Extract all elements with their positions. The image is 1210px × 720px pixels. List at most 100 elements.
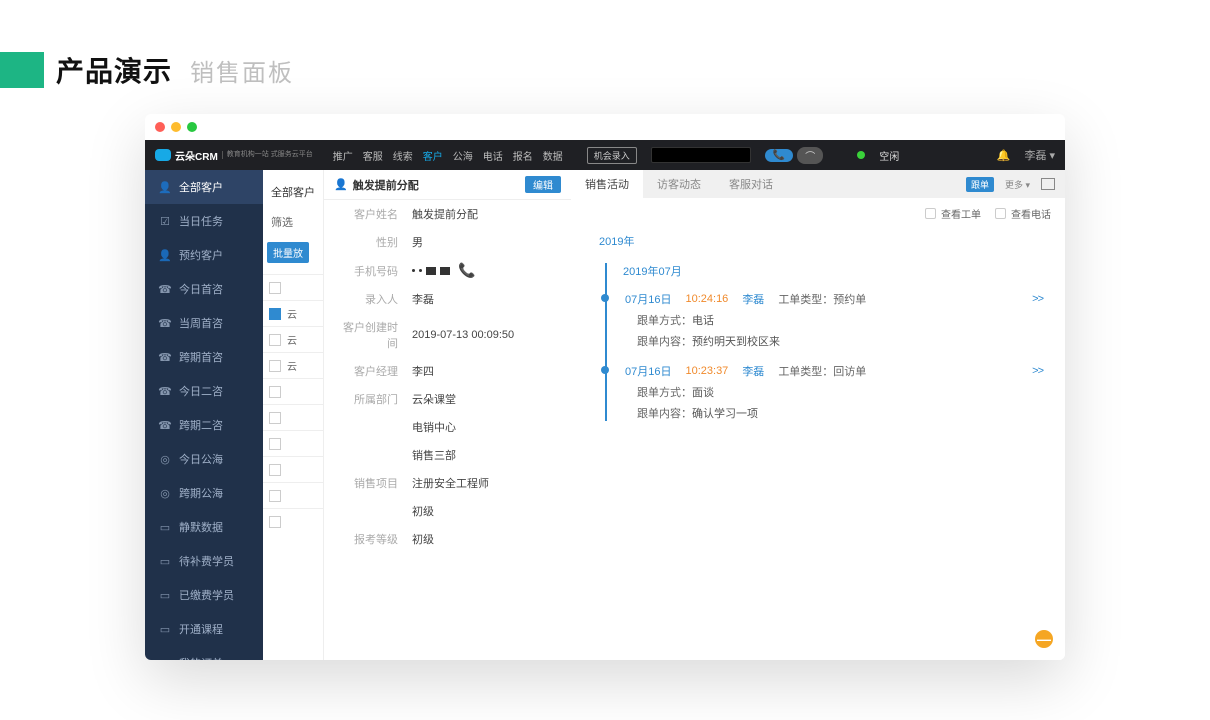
customer-list-column: 全部客户 筛选 批量放 云云云 bbox=[263, 170, 323, 660]
maximize-dot-icon[interactable] bbox=[187, 122, 197, 132]
field-label: 所属部门 bbox=[334, 391, 398, 407]
sidebar-item-today-second-consult[interactable]: ☎今日二咨 bbox=[145, 374, 263, 408]
fab-button[interactable]: — bbox=[1035, 630, 1053, 648]
filter-ticket[interactable]: 查看工单 bbox=[925, 206, 981, 221]
sidebar-item-label: 当周首咨 bbox=[179, 315, 223, 331]
nav-item-5[interactable]: 电话 bbox=[483, 152, 503, 163]
more-button[interactable]: 更多 ▾ bbox=[1000, 177, 1035, 192]
table-row[interactable] bbox=[263, 404, 323, 430]
sidebar-item-today-tasks[interactable]: ☑当日任务 bbox=[145, 204, 263, 238]
close-dot-icon[interactable] bbox=[155, 122, 165, 132]
open-courses-icon: ▭ bbox=[159, 623, 171, 635]
activity-timeline: 2019年 2019年07月 07月16日 10:24:16 李磊 工单类型：预… bbox=[571, 229, 1065, 445]
checkbox-icon[interactable] bbox=[269, 438, 281, 450]
sidebar-item-week-first-consult[interactable]: ☎ 当周首咨 bbox=[145, 306, 263, 340]
sidebar-item-cross-second-consult[interactable]: ☎跨期二咨 bbox=[145, 408, 263, 442]
expand-button[interactable]: >> bbox=[1032, 365, 1043, 377]
checkbox-icon[interactable] bbox=[269, 282, 281, 294]
tab-0[interactable]: 销售活动 bbox=[571, 170, 643, 198]
row-text: 云 bbox=[287, 306, 297, 321]
table-row[interactable]: 云 bbox=[263, 352, 323, 378]
panel-toggle-icon[interactable] bbox=[1041, 178, 1055, 190]
user-name: 李磊 bbox=[1024, 147, 1046, 163]
checkbox-icon[interactable] bbox=[269, 386, 281, 398]
field-label: 报考等级 bbox=[334, 531, 398, 547]
sidebar-item-label: 今日公海 bbox=[179, 451, 223, 467]
field-value: 注册安全工程师 bbox=[412, 475, 489, 491]
user-menu[interactable]: 李磊 ▾ bbox=[1024, 147, 1055, 163]
tab-1[interactable]: 访客动态 bbox=[643, 170, 715, 198]
sidebar-item-cross-first-consult[interactable]: ☎跨期首咨 bbox=[145, 340, 263, 374]
field-label: 客户经理 bbox=[334, 363, 398, 379]
sidebar-item-booked-customers[interactable]: 👤预约客户 bbox=[145, 238, 263, 272]
tab-2[interactable]: 客服对话 bbox=[715, 170, 787, 198]
nav-item-1[interactable]: 客服 bbox=[363, 152, 383, 163]
checkbox-icon[interactable] bbox=[269, 516, 281, 528]
bell-icon[interactable]: 🔔 bbox=[997, 149, 1011, 162]
entry-header: 07月16日 10:24:16 李磊 工单类型：预约单 >> bbox=[625, 291, 1043, 307]
table-row[interactable] bbox=[263, 456, 323, 482]
minimize-dot-icon[interactable] bbox=[171, 122, 181, 132]
sidebar-item-label: 当日任务 bbox=[179, 213, 223, 229]
brand-logo[interactable]: 云朵CRM 教育机构一站 式服务云平台 bbox=[155, 148, 313, 163]
window-titlebar bbox=[145, 114, 1065, 140]
detail-field: 客户经理李四 bbox=[324, 357, 571, 385]
phone-masked bbox=[412, 267, 450, 275]
checkbox-icon[interactable] bbox=[269, 360, 281, 372]
sidebar-item-cross-pool[interactable]: ◎跨期公海 bbox=[145, 476, 263, 510]
sidebar-item-all-customers[interactable]: 👤全部客户 bbox=[145, 170, 263, 204]
timeline-dot-icon bbox=[601, 294, 609, 302]
timeline-entry: 07月16日 10:23:37 李磊 工单类型：回访单 >> 跟单方式：面谈 跟… bbox=[625, 363, 1043, 421]
sidebar-item-open-courses[interactable]: ▭开通课程 bbox=[145, 612, 263, 646]
sidebar-item-silent-data[interactable]: ▭静默数据 bbox=[145, 510, 263, 544]
timeline-month: 2019年07月 bbox=[623, 263, 1043, 279]
page-title: 产品演示 bbox=[56, 50, 172, 90]
status-dot-icon bbox=[857, 151, 865, 159]
sidebar-item-my-orders[interactable]: ▭我的订单 bbox=[145, 646, 263, 660]
field-label: 录入人 bbox=[334, 291, 398, 307]
phone-pill-button[interactable]: 📞 bbox=[765, 149, 793, 162]
filter-label[interactable]: 筛选 bbox=[263, 204, 323, 236]
phone-icon[interactable]: 📞 bbox=[458, 262, 475, 279]
batch-button[interactable]: 批量放 bbox=[267, 242, 309, 263]
table-row[interactable] bbox=[263, 430, 323, 456]
checkbox-icon[interactable] bbox=[269, 464, 281, 476]
week-first-consult-icon: ☎ bbox=[159, 317, 171, 329]
entry-method: 跟单方式：面谈 bbox=[637, 384, 1043, 400]
sidebar-item-today-first-consult[interactable]: ☎今日首咨 bbox=[145, 272, 263, 306]
checkbox-icon[interactable] bbox=[269, 308, 281, 320]
sidebar-item-label: 跨期公海 bbox=[179, 485, 223, 501]
table-row[interactable]: 云 bbox=[263, 300, 323, 326]
edit-button[interactable]: 编辑 bbox=[525, 176, 561, 193]
field-label: 客户创建时间 bbox=[334, 319, 398, 351]
entry-time: 10:24:16 bbox=[685, 293, 728, 305]
nav-item-3[interactable]: 客户 bbox=[423, 152, 443, 163]
search-input[interactable] bbox=[651, 147, 751, 163]
sidebar-item-paid-students[interactable]: ▭已缴费学员 bbox=[145, 578, 263, 612]
detail-field: 客户姓名触发提前分配 bbox=[324, 200, 571, 228]
filter-phone[interactable]: 查看电话 bbox=[995, 206, 1051, 221]
field-label: 销售项目 bbox=[334, 475, 398, 491]
table-row[interactable] bbox=[263, 378, 323, 404]
follow-button[interactable]: 跟单 bbox=[966, 177, 994, 192]
expand-button[interactable]: >> bbox=[1032, 293, 1043, 305]
nav-item-2[interactable]: 线索 bbox=[393, 152, 413, 163]
hangup-pill-button[interactable]: ⌒ bbox=[797, 147, 823, 164]
opportunity-button[interactable]: 机会录入 bbox=[587, 147, 637, 164]
sidebar-item-today-pool[interactable]: ◎今日公海 bbox=[145, 442, 263, 476]
checkbox-icon[interactable] bbox=[269, 334, 281, 346]
table-row[interactable] bbox=[263, 482, 323, 508]
nav-item-6[interactable]: 报名 bbox=[513, 152, 533, 163]
checkbox-icon[interactable] bbox=[269, 412, 281, 424]
table-row[interactable] bbox=[263, 274, 323, 300]
table-row[interactable] bbox=[263, 508, 323, 534]
sidebar-item-pending-fee[interactable]: ▭待补费学员 bbox=[145, 544, 263, 578]
table-row[interactable]: 云 bbox=[263, 326, 323, 352]
timeline-month-group: 2019年07月 07月16日 10:24:16 李磊 工单类型：预约单 >> … bbox=[605, 263, 1043, 421]
detail-field: 销售三部 bbox=[324, 441, 571, 469]
checkbox-icon[interactable] bbox=[269, 490, 281, 502]
entry-content: 跟单内容：确认学习一项 bbox=[637, 405, 1043, 421]
nav-item-0[interactable]: 推广 bbox=[333, 152, 353, 163]
nav-item-4[interactable]: 公海 bbox=[453, 152, 473, 163]
nav-item-7[interactable]: 数据 bbox=[543, 152, 563, 163]
